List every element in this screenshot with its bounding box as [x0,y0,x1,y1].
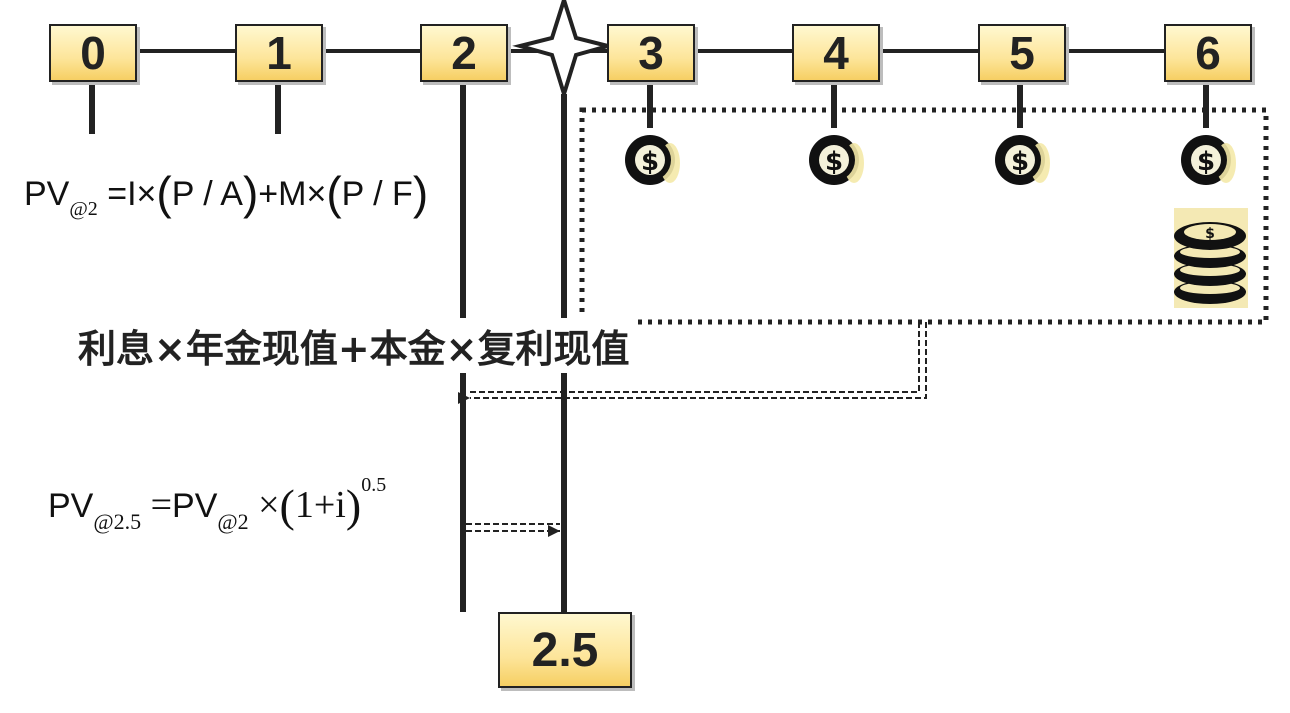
pv-subscript: @2 [69,198,98,220]
paren-open: ( [279,480,295,531]
svg-text:$: $ [1205,226,1215,242]
exponent: 0.5 [361,474,387,496]
dollar-coin-icon [809,135,864,185]
pv-subscript: @2 [217,509,249,534]
period-box-3: 3 [607,24,695,82]
pv-symbol: PV [24,175,70,213]
four-point-star-icon [512,0,616,101]
period-box-2: 2 [420,24,508,82]
paren-close: ) [345,480,362,531]
annuity-factor: P / A [171,175,243,213]
cashflow-group-outline [579,107,1269,325]
period-box-0: 0 [49,24,137,82]
dollar-coin-icon [995,135,1050,185]
paren-close: ) [412,167,429,219]
formula-caption: 利息×年金现值+本金×复利现值 [72,318,636,373]
pv-symbol: PV [48,487,94,525]
rhs-prefix: =I× [107,175,157,213]
single-sum-factor: P / F [341,175,413,213]
growth-base: 1+i [294,484,346,526]
period-box-4: 4 [792,24,880,82]
pv-subscript: @2.5 [93,509,142,534]
rhs-middle: +M× [258,175,327,213]
coin-stack-icon: $ [1174,208,1248,308]
paren-open: ( [326,167,342,219]
pv-symbol: PV [172,487,218,525]
dollar-coin-icon [625,135,680,185]
dollar-coin-icon [1181,135,1236,185]
period-box-6: 6 [1164,24,1252,82]
times-sign: × [258,484,280,526]
equals-sign: = [150,484,173,526]
formula-pv-at-2: PV@2 =I×(P / A)+M×(P / F) [24,166,435,221]
formula-pv-at-2-5: PV@2.5 =PV@2 ×(1+i)0.5 [48,474,393,535]
valuation-point-box: 2.5 [498,612,632,688]
paren-open: ( [156,167,172,219]
paren-close: ) [242,167,259,219]
period-box-1: 1 [235,24,323,82]
period-box-5: 5 [978,24,1066,82]
